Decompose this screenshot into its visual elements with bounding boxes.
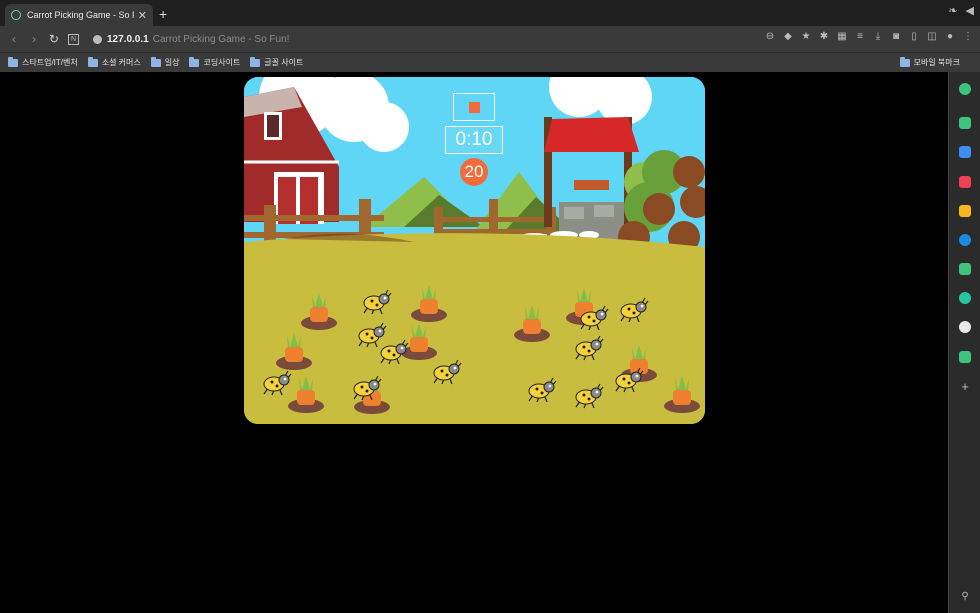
toolbar: ‹ › ↻ N 127.0.0.1 Carrot Picking Game - …	[0, 26, 980, 52]
bug[interactable]	[619, 297, 649, 323]
bug[interactable]	[362, 289, 392, 315]
add-panel-icon[interactable]: +	[959, 380, 971, 393]
bookmark-folder[interactable]: 글꼴 사이트	[250, 56, 303, 68]
star-app-icon[interactable]	[959, 205, 971, 217]
split-view-icon[interactable]: ▯	[908, 31, 920, 43]
url-host: 127.0.0.1	[107, 33, 149, 45]
naver-app-icon[interactable]	[959, 351, 971, 363]
pocket-icon[interactable]	[959, 176, 971, 188]
bookmarks-bar: 스타트업/IT/벤처 소셜 커머스 일상 코딩사이트 글꼴 사이트 모바일 북마…	[0, 52, 980, 72]
bug[interactable]	[579, 305, 609, 331]
address-bar[interactable]: 127.0.0.1 Carrot Picking Game - So Fun!	[93, 29, 289, 49]
tab-title: Carrot Picking Game - So Fun!	[27, 10, 134, 20]
reload-button[interactable]: ↻	[44, 32, 64, 46]
forward-button[interactable]: ›	[24, 32, 44, 46]
bug[interactable]	[574, 335, 604, 361]
stop-icon	[469, 102, 480, 113]
carrot-counter: 20	[460, 158, 488, 186]
site-info-icon[interactable]	[93, 34, 102, 44]
bookmark-folder[interactable]: 소셜 커머스	[87, 56, 141, 68]
download-icon[interactable]: ⤓	[872, 31, 884, 43]
edge-icon[interactable]	[959, 234, 971, 246]
sidebar-icon[interactable]: ◫	[926, 31, 938, 43]
whale-icon[interactable]	[959, 292, 971, 304]
tab-close-icon[interactable]: ✕	[138, 9, 147, 22]
shield-icon[interactable]: ◆	[782, 31, 794, 43]
folder-icon	[250, 56, 261, 67]
tab-strip: Carrot Picking Game - So Fun! ✕ + ❧ ◀	[0, 0, 980, 26]
extension-icon[interactable]: ✱	[818, 31, 830, 43]
folder-icon	[150, 56, 161, 67]
bug[interactable]	[527, 377, 557, 403]
bug[interactable]	[379, 339, 409, 365]
bug[interactable]	[614, 367, 644, 393]
sound-icon[interactable]: ◀	[966, 4, 974, 17]
bug[interactable]	[432, 359, 462, 385]
calendar-icon[interactable]	[959, 146, 971, 158]
profile-icon[interactable]: ●	[944, 31, 956, 43]
folder-icon	[899, 56, 910, 67]
pin-icon[interactable]: ⚲	[959, 591, 971, 603]
carrot[interactable]	[662, 370, 702, 414]
bookmark-folder[interactable]: 일상	[150, 56, 179, 68]
menu-icon[interactable]: ⋮	[962, 31, 974, 43]
new-tab-button[interactable]: +	[159, 7, 167, 21]
flag-icon[interactable]: ▦	[836, 31, 848, 43]
screenshot-icon[interactable]: ◙	[890, 31, 902, 43]
reading-list-icon[interactable]: ≡	[854, 31, 866, 43]
tab-active[interactable]: Carrot Picking Game - So Fun! ✕	[5, 4, 153, 26]
game-field: 0:10 20	[244, 77, 705, 424]
ai-assistant-icon[interactable]	[959, 83, 971, 95]
url-page-title: Carrot Picking Game - So Fun!	[152, 33, 290, 45]
bug[interactable]	[262, 370, 292, 396]
stop-button[interactable]	[453, 93, 495, 121]
folder-icon	[87, 56, 98, 67]
folder-icon	[189, 56, 200, 67]
back-button[interactable]: ‹	[4, 32, 24, 46]
bug[interactable]	[574, 383, 604, 409]
globe-icon	[11, 10, 21, 20]
green-app-icon[interactable]	[959, 263, 971, 275]
bookmark-folder[interactable]: 코딩사이트	[189, 56, 240, 68]
notion-icon[interactable]: N	[68, 33, 79, 45]
github-icon[interactable]	[959, 321, 971, 333]
zoom-icon[interactable]: ⊖	[764, 31, 776, 43]
bell-icon[interactable]	[959, 117, 971, 129]
folder-icon	[8, 56, 18, 67]
bookmark-folder[interactable]: 스타트업/IT/벤처	[8, 56, 78, 68]
extension-bird-icon[interactable]: ❧	[948, 4, 957, 17]
carrot[interactable]	[512, 299, 552, 343]
side-panel: + ⚲	[948, 72, 980, 613]
carrot[interactable]	[286, 370, 326, 414]
mobile-bookmarks-folder[interactable]: 모바일 북마크	[899, 56, 960, 68]
bookmark-star-icon[interactable]: ★	[800, 31, 812, 43]
carrot[interactable]	[299, 287, 339, 331]
bug[interactable]	[352, 375, 382, 401]
game-timer: 0:10	[445, 126, 503, 154]
carrot[interactable]	[274, 327, 314, 371]
